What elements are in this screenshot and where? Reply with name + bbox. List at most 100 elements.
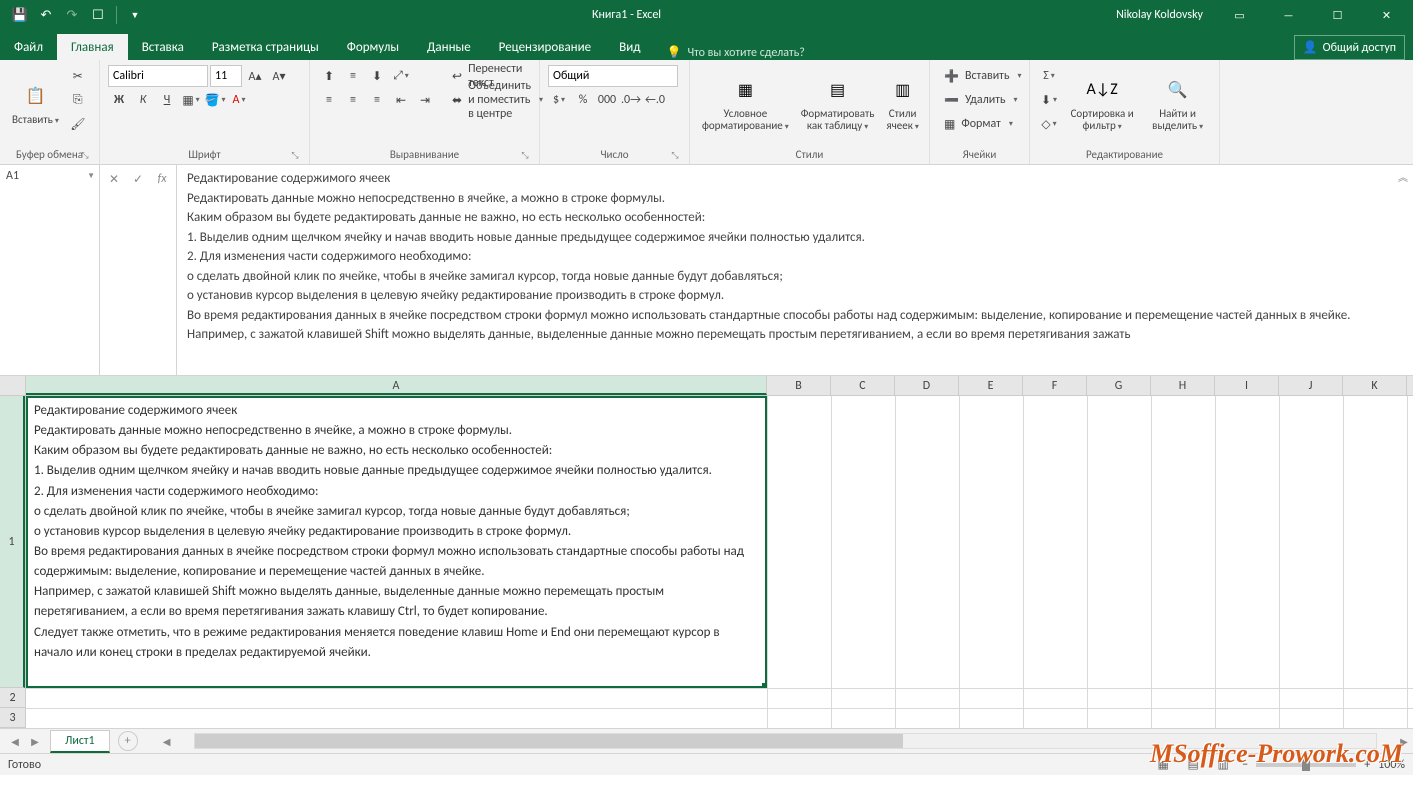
sheet-nav-prev-icon[interactable]: ◀	[6, 732, 24, 750]
status-text: Готово	[8, 758, 41, 772]
fx-icon[interactable]: fx	[150, 169, 174, 189]
table-icon: ▤	[822, 74, 854, 106]
fill-color-icon[interactable]: 🪣▾	[204, 89, 226, 111]
percent-icon[interactable]: %	[572, 89, 594, 111]
sheet-nav-next-icon[interactable]: ▶	[26, 732, 44, 750]
cell-grid[interactable]: Редактирование содержимого ячеекРедактир…	[26, 396, 1413, 728]
number-launcher-icon[interactable]: ⤡	[669, 149, 681, 161]
align-middle-icon[interactable]: ≡	[342, 65, 364, 87]
increase-decimal-icon[interactable]: .0→	[620, 89, 642, 111]
tell-me-search[interactable]: 💡 Что вы хотите сделать?	[654, 45, 816, 60]
ribbon-display-icon[interactable]: ▭	[1217, 0, 1262, 30]
close-icon[interactable]: ✕	[1364, 0, 1409, 30]
paste-button[interactable]: 📋 Вставить▾	[6, 63, 65, 143]
fill-icon[interactable]: ⬇▾	[1038, 89, 1060, 111]
tab-data[interactable]: Данные	[413, 34, 485, 60]
font-name-input[interactable]	[108, 65, 208, 87]
decrease-indent-icon[interactable]: ⇤	[390, 89, 412, 111]
clear-icon[interactable]: ◇▾	[1038, 113, 1060, 135]
row-header-3[interactable]: 3	[0, 708, 25, 728]
tab-view[interactable]: Вид	[605, 34, 654, 60]
cell-styles-button[interactable]: ▥Стили ячеек▾	[880, 63, 924, 143]
qat-customize-icon[interactable]: ▼	[123, 3, 147, 27]
align-top-icon[interactable]: ⬆	[318, 65, 340, 87]
share-button[interactable]: 👤 Общий доступ	[1294, 35, 1405, 60]
autosum-icon[interactable]: Σ▾	[1038, 65, 1060, 87]
italic-button[interactable]: К	[132, 89, 154, 111]
number-format-select[interactable]	[548, 65, 678, 87]
tab-review[interactable]: Рецензирование	[485, 34, 605, 60]
merge-center-button[interactable]: ⬌Объединить и поместить в центре▾	[446, 89, 549, 111]
find-select-button[interactable]: 🔍Найти и выделить▾	[1142, 63, 1213, 143]
sort-icon: A↓Z	[1086, 74, 1118, 106]
row-header-1[interactable]: 1	[0, 396, 25, 688]
redo-icon[interactable]: ↷	[60, 3, 84, 27]
decrease-font-icon[interactable]: A▾	[268, 65, 290, 87]
tab-insert[interactable]: Вставка	[128, 34, 198, 60]
format-painter-icon[interactable]: 🖌	[67, 113, 89, 135]
conditional-formatting-button[interactable]: ▦Условное форматирование▾	[696, 63, 795, 143]
tab-home[interactable]: Главная	[57, 34, 128, 60]
column-header-a[interactable]: A	[26, 376, 767, 395]
undo-icon[interactable]: ↶	[34, 3, 58, 27]
insert-icon: ➕	[944, 69, 959, 84]
cell-a1[interactable]: Редактирование содержимого ячеекРедактир…	[26, 396, 767, 688]
formula-bar-collapse-icon[interactable]: ︽	[1393, 165, 1413, 375]
user-name[interactable]: Nikolay Koldovsky	[1106, 8, 1213, 22]
font-launcher-icon[interactable]: ⤡	[289, 149, 301, 161]
format-as-table-button[interactable]: ▤Форматировать как таблицу▾	[795, 63, 881, 143]
alignment-launcher-icon[interactable]: ⤡	[519, 149, 531, 161]
tab-formulas[interactable]: Формулы	[333, 34, 413, 60]
name-box[interactable]: A1▼	[0, 165, 100, 375]
clipboard-launcher-icon[interactable]: ⤡	[79, 149, 91, 161]
comma-icon[interactable]: 000	[596, 89, 618, 111]
underline-button[interactable]: Ч	[156, 89, 178, 111]
align-center-icon[interactable]: ≡	[342, 89, 364, 111]
touch-mode-icon[interactable]: ☐	[86, 3, 110, 27]
column-header-f[interactable]: F	[1023, 376, 1087, 395]
bold-button[interactable]: Ж	[108, 89, 130, 111]
align-bottom-icon[interactable]: ⬇	[366, 65, 388, 87]
cell-styles-icon: ▥	[887, 74, 919, 106]
insert-cells-button[interactable]: ➕Вставить▾	[938, 65, 1027, 87]
currency-icon[interactable]: $▾	[548, 89, 570, 111]
cut-icon[interactable]: ✂	[67, 65, 89, 87]
formula-bar-content[interactable]: Редактирование содержимого ячеекРедактир…	[177, 165, 1393, 375]
add-sheet-button[interactable]: +	[118, 731, 138, 751]
format-cells-button[interactable]: ▦Формат▾	[938, 113, 1019, 135]
minimize-icon[interactable]: —	[1266, 0, 1311, 30]
save-icon[interactable]: 💾	[8, 3, 32, 27]
increase-indent-icon[interactable]: ⇥	[414, 89, 436, 111]
column-header-j[interactable]: J	[1279, 376, 1343, 395]
cancel-formula-icon[interactable]: ✕	[102, 169, 126, 189]
align-left-icon[interactable]: ≡	[318, 89, 340, 111]
column-header-h[interactable]: H	[1151, 376, 1215, 395]
sort-filter-button[interactable]: A↓ZСортировка и фильтр▾	[1062, 63, 1142, 143]
copy-icon[interactable]: ⎘	[67, 89, 89, 111]
maximize-icon[interactable]: ☐	[1315, 0, 1360, 30]
border-icon[interactable]: ▦▾	[180, 89, 202, 111]
delete-cells-button[interactable]: ➖Удалить▾	[938, 89, 1024, 111]
column-header-b[interactable]: B	[767, 376, 831, 395]
tab-file[interactable]: Файл	[0, 34, 57, 60]
enter-formula-icon[interactable]: ✓	[126, 169, 150, 189]
select-all-corner[interactable]	[0, 376, 26, 395]
font-color-icon[interactable]: A▾	[228, 89, 250, 111]
column-header-c[interactable]: C	[831, 376, 895, 395]
decrease-decimal-icon[interactable]: ←.0	[644, 89, 666, 111]
increase-font-icon[interactable]: A▴	[244, 65, 266, 87]
orientation-icon[interactable]: ⤢▾	[390, 65, 412, 87]
column-header-d[interactable]: D	[895, 376, 959, 395]
column-header-g[interactable]: G	[1087, 376, 1151, 395]
align-right-icon[interactable]: ≡	[366, 89, 388, 111]
tab-page-layout[interactable]: Разметка страницы	[198, 34, 333, 60]
column-header-i[interactable]: I	[1215, 376, 1279, 395]
font-size-input[interactable]	[210, 65, 242, 87]
column-header-e[interactable]: E	[959, 376, 1023, 395]
sheet-tab-1[interactable]: Лист1	[50, 730, 110, 753]
merge-icon: ⬌	[452, 93, 462, 108]
hscroll-left-icon[interactable]: ◀	[158, 732, 176, 750]
row-header-2[interactable]: 2	[0, 688, 25, 708]
clipboard-icon: 📋	[19, 80, 51, 112]
column-header-k[interactable]: K	[1343, 376, 1407, 395]
